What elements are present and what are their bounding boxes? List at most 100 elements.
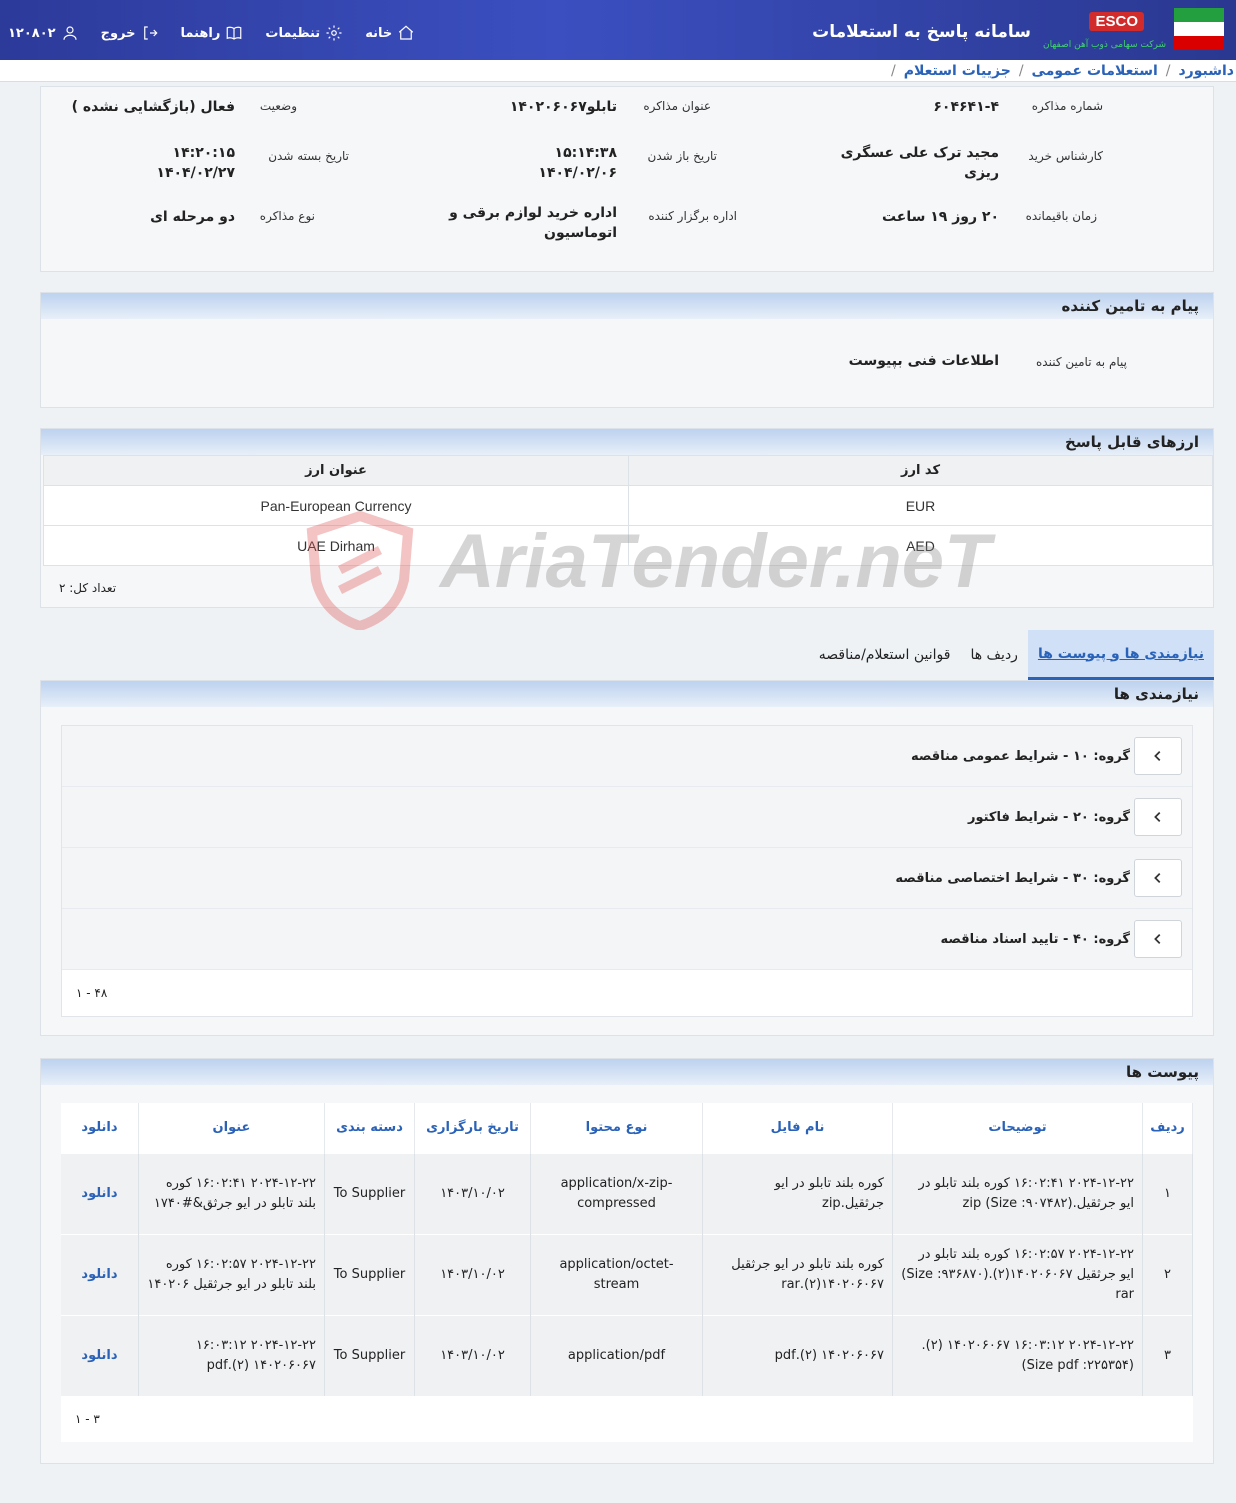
settings-label: تنظیمات <box>265 25 321 41</box>
book-icon <box>227 26 242 40</box>
user-menu[interactable]: ۱۲۰۸۰۲ <box>8 24 79 42</box>
list-item: گروه: ۲۰ - شرایط فاکتور <box>62 787 1192 848</box>
remaining-label: زمان باقیمانده <box>1025 209 1097 223</box>
col-currency-code[interactable]: کد ارز <box>628 455 1213 486</box>
tab-rules[interactable]: قوانین استعلام/مناقصه <box>809 630 961 680</box>
open-date-value: ۱۴۰۴/۰۲/۰۶ <box>538 165 617 181</box>
col-row[interactable]: ردیف <box>1142 1103 1193 1153</box>
tab-rows[interactable]: ردیف ها <box>960 630 1027 680</box>
cell-description: ۲۰۲۴-۱۲-۲۲ ۱۶:۰۳:۱۲ ۱۴۰۲۰۶۰۶۷ (۲).(Size … <box>892 1314 1143 1396</box>
cell-content-type: application/pdf <box>530 1314 703 1396</box>
col-description[interactable]: توضیحات <box>892 1103 1143 1153</box>
detail-tabs: نیازمندی ها و پیوست ها ردیف ها قوانین اس… <box>809 630 1214 680</box>
chevron-left-icon <box>1154 812 1161 822</box>
currency-table: کد ارز عنوان ارز EUR Pan-European Curren… <box>43 455 1213 566</box>
cell-category: To Supplier <box>324 1314 415 1396</box>
status-value: فعال (بازگشایی نشده ) <box>71 99 235 115</box>
currency-title: Pan-European Currency <box>43 485 629 526</box>
group-label: گروه: ۳۰ - شرایط اختصاصی مناقصه <box>895 870 1130 886</box>
chevron-left-icon <box>1154 751 1161 761</box>
logout-label: خروج <box>100 25 136 41</box>
title-label: عنوان مذاکره <box>643 99 711 113</box>
group-label: گروه: ۴۰ - تایید اسناد مناقصه <box>940 931 1130 947</box>
cell-title: ۲۰۲۴-۱۲-۲۲ ۱۶:۰۲:۴۱ کوره بلند تابلو در ا… <box>138 1152 325 1234</box>
cell-row: ۲ <box>1142 1233 1193 1315</box>
download-link[interactable]: دانلود <box>61 1314 139 1396</box>
currency-title: UAE Dirham <box>43 525 629 566</box>
download-link[interactable]: دانلود <box>61 1152 139 1234</box>
list-item: گروه: ۴۰ - تایید اسناد مناقصه <box>62 909 1192 970</box>
col-category[interactable]: دسته بندی <box>324 1103 415 1153</box>
settings-button[interactable]: تنظیمات <box>265 24 343 42</box>
esco-logo: ESCO <box>1089 12 1144 31</box>
close-time-value: ۱۴:۲۰:۱۵ <box>172 145 235 161</box>
office-value: اداره خرید لوازم برقی و اتوماسیون <box>449 205 617 241</box>
guide-button[interactable]: راهنما <box>181 24 244 42</box>
user-id: ۱۲۰۸۰۲ <box>8 25 56 41</box>
requirements-card: نیازمندی ها گروه: ۱۰ - شرایط عمومی مناقص… <box>40 680 1214 1036</box>
supplier-message-card: پیام به تامین کننده پیام به تامین کننده … <box>40 292 1214 408</box>
download-link[interactable]: دانلود <box>61 1233 139 1315</box>
table-row: ۱ ۲۰۲۴-۱۲-۲۲ ۱۶:۰۲:۴۱ کوره بلند تابلو در… <box>61 1152 1193 1234</box>
cell-content-type: application/x-zip-compressed <box>530 1152 703 1234</box>
office-label: اداره برگزار کننده <box>648 209 737 223</box>
negotiation-no-value: ۶۰۴۶۴۱-۴ <box>933 99 999 115</box>
chevron-left-icon <box>1154 873 1161 883</box>
title-value: تابلو۱۴۰۲۰۶۰۶۷ <box>509 99 617 115</box>
col-currency-title[interactable]: عنوان ارز <box>43 455 629 486</box>
attachments-pager: ۱ - ۳ <box>61 1396 1193 1442</box>
requirements-list: گروه: ۱۰ - شرایط عمومی مناقصه گروه: ۲۰ -… <box>61 725 1193 1017</box>
group-label: گروه: ۱۰ - شرایط عمومی مناقصه <box>910 748 1130 764</box>
attachments-table: ردیف توضیحات نام فایل نوع محتوا تاریخ با… <box>61 1103 1193 1396</box>
guide-label: راهنما <box>180 25 221 41</box>
iran-flag-logo <box>1174 8 1224 50</box>
open-date-label: تاریخ باز شدن <box>647 149 717 163</box>
currency-code: AED <box>628 525 1213 566</box>
cell-category: To Supplier <box>324 1152 415 1234</box>
top-header: ESCO شرکت سهامی ذوب آهن اصفهان سامانه پا… <box>0 0 1236 60</box>
list-item: گروه: ۱۰ - شرایط عمومی مناقصه <box>62 726 1192 787</box>
cell-row: ۱ <box>1142 1152 1193 1234</box>
currency-code: EUR <box>628 485 1213 526</box>
app-title: سامانه پاسخ به استعلامات <box>812 22 1031 42</box>
type-label: نوع مذاکره <box>259 209 315 223</box>
col-download[interactable]: دانلود <box>61 1103 139 1153</box>
col-file-name[interactable]: نام فایل <box>702 1103 893 1153</box>
requirements-header: نیازمندی ها <box>41 681 1213 707</box>
tab-requirements-attachments[interactable]: نیازمندی ها و پیوست ها <box>1027 630 1214 680</box>
expand-group-button[interactable] <box>1134 920 1182 958</box>
col-upload-date[interactable]: تاریخ بارگزاری <box>414 1103 531 1153</box>
cell-file-name: کوره بلند تابلو در ایو جرثقیل ۱۴۰۲۰۶۰۶۷(… <box>702 1233 893 1315</box>
expand-group-button[interactable] <box>1134 798 1182 836</box>
breadcrumb-dashboard[interactable]: داشبورد <box>1179 63 1235 79</box>
table-row: ۳ ۲۰۲۴-۱۲-۲۲ ۱۶:۰۳:۱۲ ۱۴۰۲۰۶۰۶۷ (۲).(Siz… <box>61 1314 1193 1396</box>
close-date-value: ۱۴۰۴/۰۲/۲۷ <box>156 165 235 181</box>
remaining-value: ۲۰ روز ۱۹ ساعت <box>881 209 999 225</box>
table-row: ۲ ۲۰۲۴-۱۲-۲۲ ۱۶:۰۲:۵۷ کوره بلند تابلو در… <box>61 1233 1193 1315</box>
cell-file-name: کوره بلند تابلو در ایو جرثقیل.zip <box>702 1152 893 1234</box>
logout-icon <box>143 26 158 40</box>
negotiation-no-label: شماره مذاکره <box>1031 99 1103 113</box>
breadcrumb-inquiry-details[interactable]: جزییات استعلام <box>904 63 1011 79</box>
list-item: گروه: ۳۰ - شرایط اختصاصی مناقصه <box>62 848 1192 909</box>
cell-title: ۲۰۲۴-۱۲-۲۲ ۱۶:۰۲:۵۷ کوره بلند تابلو در ا… <box>138 1233 325 1315</box>
breadcrumb-public-inquiries[interactable]: استعلامات عمومی <box>1032 63 1158 79</box>
gear-icon <box>326 25 342 41</box>
supplier-message-value: اطلاعات فنی بپیوست <box>848 353 999 369</box>
expand-group-button[interactable] <box>1134 859 1182 897</box>
group-label: گروه: ۲۰ - شرایط فاکتور <box>967 809 1130 825</box>
home-button[interactable]: خانه <box>365 24 415 42</box>
currency-count: تعداد کل: ۲ <box>59 581 117 595</box>
top-nav: ۱۲۰۸۰۲ خروج راهنما تنظیمات خانه <box>8 24 415 42</box>
cell-upload-date: ۱۴۰۳/۱۰/۰۲ <box>414 1314 531 1396</box>
table-row: EUR Pan-European Currency <box>43 485 1213 526</box>
expand-group-button[interactable] <box>1134 737 1182 775</box>
cell-description: ۲۰۲۴-۱۲-۲۲ ۱۶:۰۲:۴۱ کوره بلند تابلو در ا… <box>892 1152 1143 1234</box>
logout-button[interactable]: خروج <box>101 24 159 42</box>
table-row: AED UAE Dirham <box>43 525 1213 566</box>
col-title[interactable]: عنوان <box>138 1103 325 1153</box>
cell-file-name: ۱۴۰۲۰۶۰۶۷ (۲).pdf <box>702 1314 893 1396</box>
col-content-type[interactable]: نوع محتوا <box>530 1103 703 1153</box>
user-icon <box>63 26 77 40</box>
cell-upload-date: ۱۴۰۳/۱۰/۰۲ <box>414 1233 531 1315</box>
